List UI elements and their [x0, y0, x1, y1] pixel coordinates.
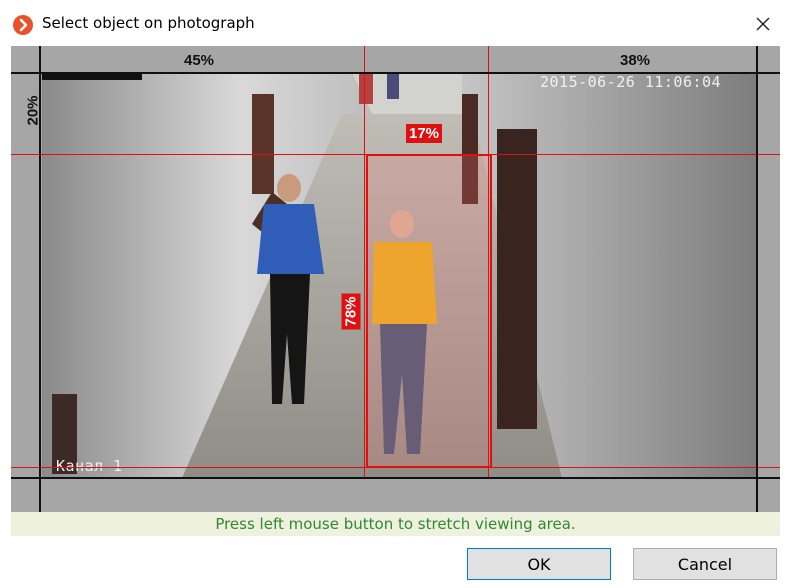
app-icon: [13, 15, 33, 35]
frame-line-bottom: [11, 477, 780, 479]
title-bar: Select object on photograph: [0, 0, 787, 46]
cancel-button[interactable]: Cancel: [633, 548, 777, 580]
photo-viewer[interactable]: 45% 38% 20% 2015-06-26 11:06:04 Канал 1 …: [11, 46, 780, 512]
camera-label-overlay: Канал 1: [56, 457, 123, 475]
frame-line-top: [11, 72, 780, 74]
ok-button[interactable]: OK: [467, 548, 611, 580]
guide-line-top: [11, 154, 780, 155]
top-right-percent-label: 38%: [620, 52, 651, 69]
frame-line-right: [756, 46, 758, 512]
timestamp-overlay: 2015-06-26 11:06:04: [540, 74, 722, 91]
select-object-dialog: Select object on photograph 45% 38% 20%: [0, 0, 787, 588]
hint-bar: Press left mouse button to stretch viewi…: [11, 512, 780, 536]
close-icon: [756, 17, 770, 31]
top-left-percent-label: 45%: [184, 52, 215, 69]
guide-line-left: [364, 46, 365, 478]
left-percent-tag: 78%: [341, 293, 361, 330]
camera-photograph[interactable]: 2015-06-26 11:06:04 Канал 1 17% 78%: [42, 74, 757, 478]
top-percent-tag: 17%: [406, 124, 443, 143]
guide-line-bottom: [11, 467, 780, 468]
close-button[interactable]: [749, 10, 777, 38]
window-title: Select object on photograph: [42, 14, 255, 32]
frame-line-left: [39, 46, 41, 512]
guide-line-right: [488, 46, 489, 478]
hint-text: Press left mouse button to stretch viewi…: [215, 515, 576, 533]
selected-area[interactable]: [366, 154, 492, 468]
